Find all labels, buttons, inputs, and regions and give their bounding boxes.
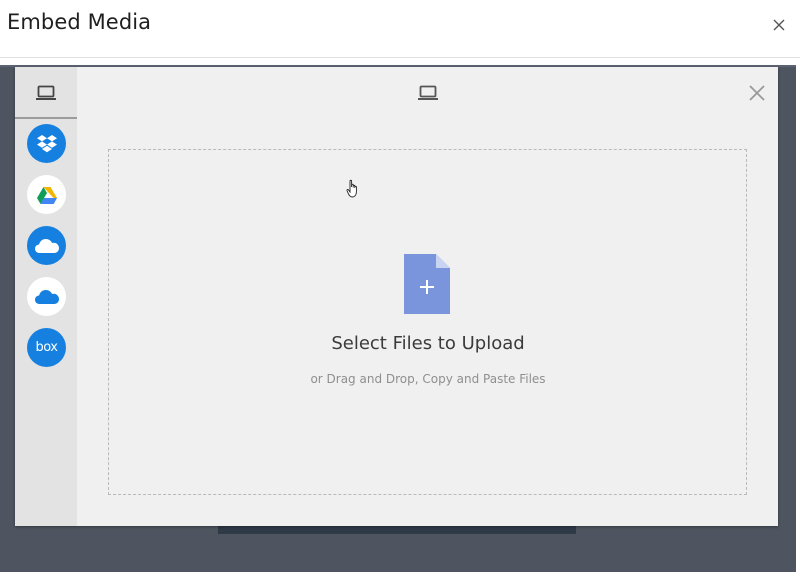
sidebar-item-google-drive[interactable] bbox=[27, 175, 66, 214]
laptop-icon bbox=[418, 85, 438, 101]
dialog-title: Embed Media bbox=[7, 10, 152, 34]
box-icon: box bbox=[35, 340, 59, 355]
sidebar-item-dropbox[interactable] bbox=[27, 124, 66, 163]
header-divider bbox=[0, 57, 800, 58]
picker-header bbox=[15, 67, 778, 119]
laptop-icon bbox=[36, 85, 56, 101]
sidebar-item-onedrive-business[interactable] bbox=[27, 277, 66, 316]
dialog-header: Embed Media bbox=[0, 0, 800, 58]
hand-cursor-icon bbox=[346, 179, 362, 199]
cloud-icon bbox=[34, 238, 60, 254]
dropzone-title[interactable]: Select Files to Upload bbox=[228, 333, 628, 354]
google-drive-icon bbox=[36, 186, 57, 204]
backdrop-bar bbox=[218, 525, 576, 534]
close-icon[interactable] bbox=[748, 84, 766, 102]
file-add-icon[interactable] bbox=[404, 254, 450, 314]
source-sidebar: box bbox=[15, 119, 77, 526]
upload-dropzone[interactable] bbox=[108, 149, 747, 495]
dropbox-icon bbox=[36, 134, 58, 154]
file-picker: box Select Files to Upload or Drag and D… bbox=[15, 67, 778, 526]
sidebar-item-onedrive[interactable] bbox=[27, 226, 66, 265]
dropzone-subtitle: or Drag and Drop, Copy and Paste Files bbox=[310, 372, 546, 386]
close-icon[interactable] bbox=[770, 16, 788, 34]
sidebar-item-box[interactable]: box bbox=[27, 328, 66, 367]
sidebar-item-my-device[interactable] bbox=[15, 67, 77, 119]
cloud-icon bbox=[34, 289, 60, 305]
